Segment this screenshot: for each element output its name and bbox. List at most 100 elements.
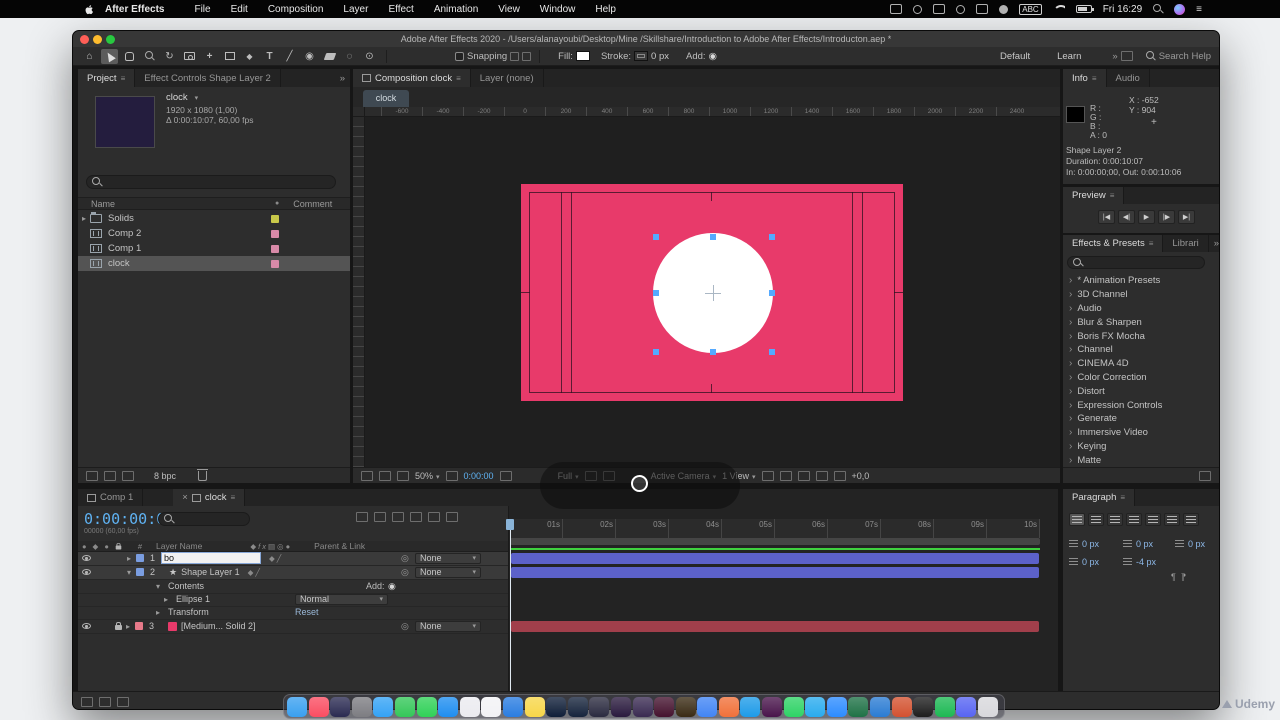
status-icon[interactable] (976, 4, 989, 14)
twirl-icon[interactable]: › (1069, 386, 1072, 397)
transport-button[interactable]: ◀| (1118, 210, 1135, 224)
dock-icon[interactable] (870, 696, 891, 717)
viewer-timecode[interactable]: 0:00:00 (464, 471, 494, 481)
selection-handle[interactable] (710, 349, 716, 355)
tab-project[interactable]: Project ≡ (78, 69, 136, 87)
search-help-icon[interactable] (1145, 51, 1156, 61)
align-center-icon[interactable] (1088, 513, 1104, 526)
composition-mini-flowchart-icon[interactable] (356, 512, 368, 522)
selection-handle[interactable] (653, 234, 659, 240)
composition-canvas[interactable] (521, 184, 903, 401)
first-line-indent-field[interactable]: 0 px (1123, 539, 1153, 549)
space-after-field[interactable]: -4 px (1123, 557, 1156, 567)
dock-icon[interactable] (718, 696, 739, 717)
spotlight-icon[interactable] (1153, 4, 1163, 14)
battery-icon[interactable] (1075, 5, 1094, 13)
text-direction-ltr-icon[interactable]: ¶ (1171, 572, 1176, 582)
ellipse-row[interactable]: ▸ Ellipse 1 Normal ▾ (78, 593, 508, 607)
window-titlebar[interactable]: Adobe After Effects 2020 - /Users/alanay… (73, 31, 1219, 47)
panel-menu-icon[interactable]: ≡ (1110, 191, 1115, 200)
reset-exposure-icon[interactable] (833, 470, 846, 481)
tab-timeline-comp1[interactable]: Comp 1 (78, 489, 144, 506)
menubar-item[interactable]: Help (585, 4, 626, 15)
dock-icon[interactable] (956, 696, 977, 717)
wifi-icon[interactable] (1053, 5, 1065, 14)
tab-effect-controls[interactable]: Effect Controls Shape Layer 2 (135, 69, 281, 87)
layer-row-2[interactable]: ▾ 2 ★ Shape Layer 1 ◆╱ ◎ None ▾ (78, 566, 508, 580)
align-left-icon[interactable] (1069, 513, 1085, 526)
effects-category-row[interactable]: › 3D Channel (1063, 288, 1219, 302)
twirl-icon[interactable]: ▸ (126, 622, 130, 631)
home-icon[interactable]: ⌂ (81, 49, 98, 64)
stroke-color-swatch[interactable] (634, 51, 649, 61)
new-composition-icon[interactable] (122, 470, 134, 481)
grid-guides-icon[interactable] (445, 470, 458, 481)
dock-icon[interactable] (783, 696, 804, 717)
menubar-item[interactable]: View (488, 4, 530, 15)
keyboard-input-icon[interactable]: ABC (1019, 3, 1042, 15)
project-row[interactable]: Comp 1 (78, 241, 350, 256)
dock-icon[interactable] (524, 696, 545, 717)
indent-right-field[interactable]: 0 px (1175, 539, 1205, 549)
label-color-swatch[interactable] (271, 259, 279, 268)
dock-icon[interactable] (308, 696, 329, 717)
anchor-point-icon[interactable] (705, 285, 721, 301)
dock-icon[interactable] (978, 696, 998, 717)
roto-brush-tool-icon[interactable]: ◌ (341, 49, 358, 64)
parent-pickwhip-icon[interactable]: ◎ (401, 553, 409, 564)
type-tool-icon[interactable]: T (261, 49, 278, 64)
text-direction-rtl-icon[interactable]: ¶ (1181, 572, 1186, 582)
control-center-icon[interactable]: ≡ (1196, 4, 1202, 15)
new-folder-icon[interactable] (104, 470, 116, 481)
project-row[interactable]: Comp 2 (78, 226, 350, 241)
add-shape-icon[interactable]: ◉ (388, 581, 396, 592)
hand-tool-icon[interactable] (121, 49, 138, 64)
tab-preview[interactable]: Preview ≡ (1063, 187, 1125, 204)
eye-icon[interactable] (82, 623, 91, 630)
exposure-value[interactable]: +0,0 (852, 471, 870, 481)
selection-tool-icon[interactable] (101, 48, 118, 64)
contents-row[interactable]: ▾ Contents Add: ◉ (78, 580, 508, 594)
orbit-camera-tool-icon[interactable]: ↻ (161, 49, 178, 64)
twirl-icon[interactable]: ▸ (164, 595, 168, 604)
layer-bar-3[interactable] (511, 621, 1039, 632)
dock-icon[interactable] (740, 696, 761, 717)
effects-category-row[interactable]: › Immersive Video (1063, 426, 1219, 440)
project-row[interactable]: clock (78, 256, 350, 271)
dock-icon[interactable] (934, 696, 955, 717)
expand-in-out-icon[interactable] (117, 697, 129, 707)
label-color-swatch[interactable] (271, 244, 279, 253)
expand-layer-switches-icon[interactable] (81, 697, 93, 707)
effects-category-row[interactable]: › Generate (1063, 412, 1219, 426)
transform-reset-link[interactable]: Reset (295, 607, 319, 617)
transport-button[interactable]: |◀ (1098, 210, 1115, 224)
dock-icon[interactable] (913, 696, 934, 717)
layer-row-1[interactable]: ▸ 1 ◆╱ ◎ None▾ (78, 552, 508, 566)
flowchart-icon[interactable] (815, 470, 828, 481)
justify-last-left-icon[interactable] (1126, 513, 1142, 526)
tab-audio[interactable]: Audio (1107, 69, 1150, 87)
dock-icon[interactable] (502, 696, 523, 717)
menubar-item[interactable]: File (184, 4, 220, 15)
menubar-item[interactable]: Animation (424, 4, 488, 15)
panel-menu-icon[interactable]: ≡ (121, 74, 126, 83)
show-snapshot-icon[interactable] (379, 470, 391, 481)
work-area-bar[interactable] (510, 538, 1040, 545)
current-time-indicator-head[interactable] (506, 519, 514, 530)
tab-layer[interactable]: Layer (none) (471, 69, 544, 87)
panel-menu-icon[interactable]: ≡ (1149, 239, 1154, 248)
dock-icon[interactable] (675, 696, 696, 717)
twirl-icon[interactable]: › (1069, 427, 1072, 438)
status-icon[interactable] (913, 4, 923, 14)
dock-icon[interactable] (438, 696, 459, 717)
display-icon[interactable] (933, 4, 946, 14)
timeline-ruler[interactable]: 01s 02s 03s 04s 05s 06s 07s 08s 09s 10s (510, 519, 1040, 538)
pan-behind-tool-icon[interactable]: + (201, 49, 218, 64)
effects-category-row[interactable]: › CINEMA 4D (1063, 357, 1219, 371)
twirl-icon[interactable]: › (1069, 441, 1072, 452)
chevron-down-icon[interactable]: ▾ (195, 94, 199, 102)
effects-category-row[interactable]: › Blur & Sharpen (1063, 315, 1219, 329)
tab-timeline-clock[interactable]: × clock ≡ (173, 489, 246, 506)
siri-icon[interactable] (1174, 3, 1186, 15)
project-selected-item-name[interactable]: clock (166, 92, 188, 103)
